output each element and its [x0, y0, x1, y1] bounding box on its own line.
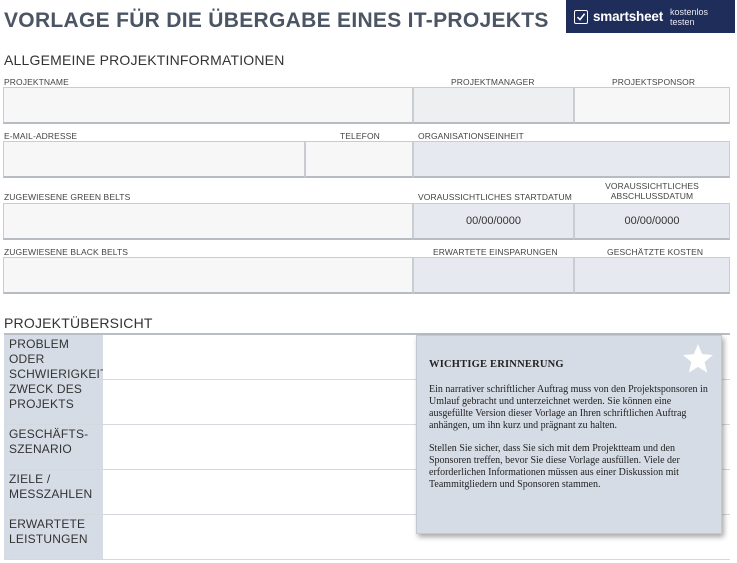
- trial-link[interactable]: kostenlos testen: [670, 7, 735, 27]
- label-green-belts: ZUGEWIESENE GREEN BELTS: [4, 192, 131, 202]
- label-black-belts: ZUGEWIESENE BLACK BELTS: [4, 247, 129, 257]
- green-belts-field[interactable]: [3, 203, 413, 240]
- note-paragraph-2: Stellen Sie sicher, dass Sie sich mit de…: [429, 443, 680, 490]
- smartsheet-trial-banner[interactable]: smartsheet kostenlos testen: [566, 0, 735, 33]
- overview-row-label: GESCHÄFTS-SZENARIO: [4, 425, 103, 469]
- end-date-field[interactable]: 00/00/0000: [574, 203, 730, 240]
- label-start-date: VORAUSSICHTLICHES STARTDATUM: [418, 192, 572, 202]
- phone-field[interactable]: [305, 141, 413, 178]
- label-project-manager: PROJEKTMANAGER: [451, 77, 535, 87]
- overview-row-label: ERWARTETE LEISTUNGEN: [4, 515, 103, 559]
- overview-row-label: PROBLEM ODER SCHWIERIGKEIT: [4, 335, 107, 381]
- section-title-general: ALLGEMEINE PROJEKTINFORMATIONEN: [4, 52, 285, 68]
- start-date-field[interactable]: 00/00/0000: [413, 203, 574, 240]
- note-title: WICHTIGE ERINNERUNG: [429, 359, 564, 370]
- black-belts-field[interactable]: [3, 257, 413, 294]
- label-costs: GESCHÄTZTE KOSTEN: [607, 247, 704, 257]
- project-name-field[interactable]: [3, 87, 413, 124]
- label-email: E-MAIL-ADRESSE: [4, 131, 78, 141]
- note-paragraph-1: Ein narrativer schriftlicher Auftrag mus…: [429, 384, 708, 431]
- label-savings: ERWARTETE EINSPARUNGEN: [433, 247, 558, 257]
- org-unit-field[interactable]: [413, 141, 730, 178]
- email-field[interactable]: [3, 141, 305, 178]
- checkmark-icon: [574, 9, 588, 24]
- label-end-date: VORAUSSICHTLICHES ABSCHLUSSDATUM: [605, 181, 699, 201]
- overview-row-label: ZIELE / MESSZAHLEN: [4, 470, 103, 514]
- reminder-note: WICHTIGE ERINNERUNG Ein narrativer schri…: [416, 335, 722, 534]
- project-manager-field[interactable]: [413, 87, 574, 124]
- label-project-sponsor: PROJEKTSPONSOR: [612, 77, 696, 87]
- label-phone: TELEFON: [340, 131, 380, 141]
- page-title: VORLAGE FÜR DIE ÜBERGABE EINES IT-PROJEK…: [4, 9, 549, 32]
- label-org-unit: ORGANISATIONSEINHEIT: [418, 131, 524, 141]
- overview-row-label: ZWECK DES PROJEKTS: [4, 380, 103, 424]
- section-title-overview: PROJEKTÜBERSICHT: [4, 315, 153, 331]
- project-sponsor-field[interactable]: [574, 87, 730, 124]
- costs-field[interactable]: [574, 257, 730, 294]
- label-project-name: PROJEKTNAME: [4, 77, 69, 87]
- savings-field[interactable]: [413, 257, 574, 294]
- brand-name: smartsheet: [592, 9, 664, 24]
- star-icon: [683, 344, 713, 373]
